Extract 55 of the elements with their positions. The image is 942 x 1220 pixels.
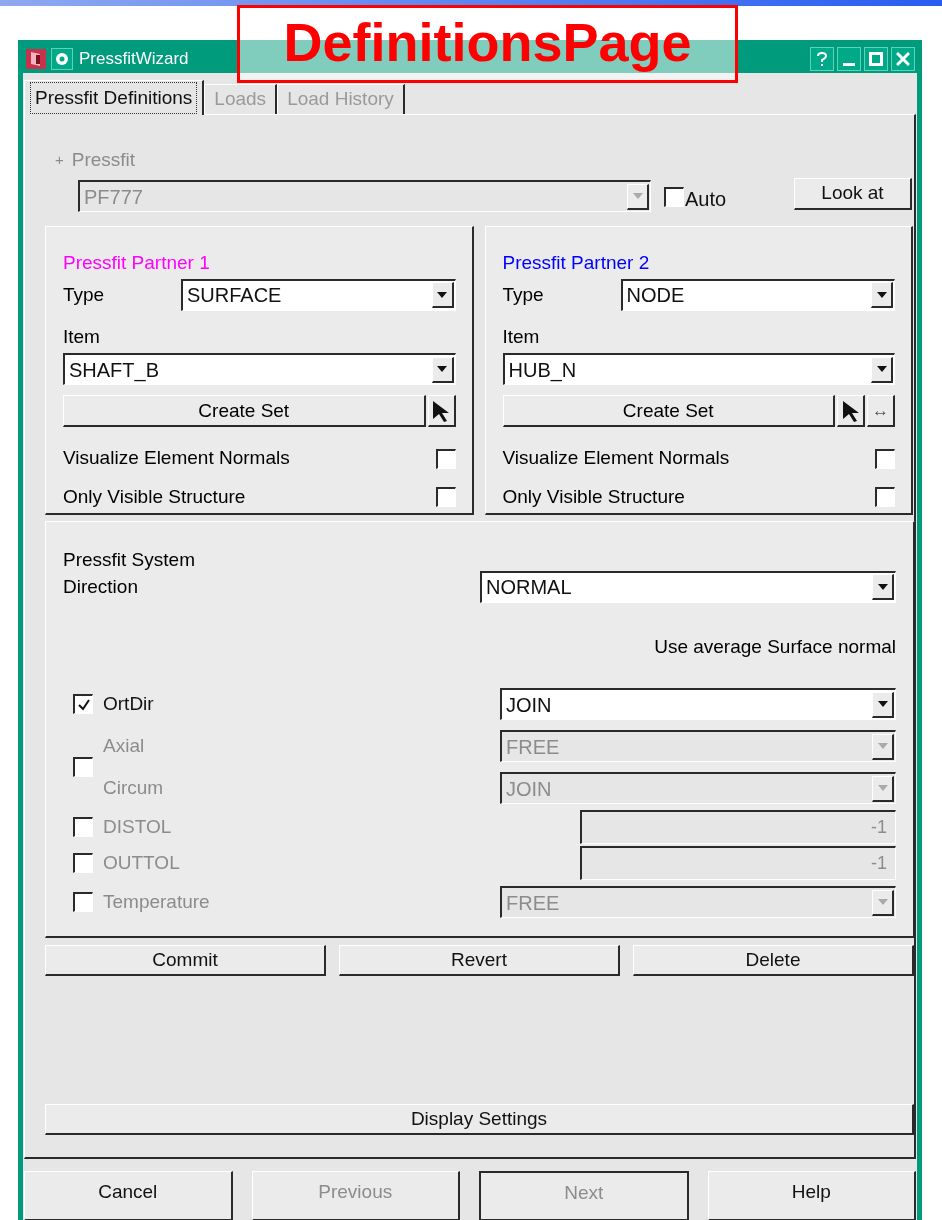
item-dropdown[interactable]: SHAFT_B xyxy=(63,353,456,386)
auto-label: Auto xyxy=(685,187,727,213)
option-label: OrtDir xyxy=(103,692,155,717)
option-label: Circum xyxy=(103,776,165,801)
footer-button[interactable]: Help xyxy=(707,1171,916,1220)
checkbox[interactable] xyxy=(875,487,895,508)
action-button[interactable]: Commit xyxy=(45,945,326,977)
action-button[interactable]: Revert xyxy=(339,945,620,977)
close-button[interactable] xyxy=(891,46,915,71)
create-set-button[interactable]: Create Set xyxy=(502,395,835,428)
option-label: Temperature xyxy=(103,890,211,915)
note-text: Use average Surface normal xyxy=(654,634,896,659)
checkbox[interactable] xyxy=(435,448,456,469)
display-settings-button[interactable]: Display Settings xyxy=(45,1104,914,1136)
footer-button[interactable]: Cancel xyxy=(24,1171,233,1220)
partner-title: Pressfit Partner 1 xyxy=(63,251,211,276)
minimize-icon xyxy=(843,62,855,66)
direction-dropdown[interactable]: NORMAL xyxy=(480,570,896,603)
gear-icon[interactable] xyxy=(51,47,73,70)
pressfit-label: Pressfit xyxy=(71,147,136,172)
item-dropdown[interactable]: HUB_N xyxy=(502,353,895,386)
help-button[interactable] xyxy=(810,46,834,71)
item-label: Item xyxy=(502,324,541,349)
type-label: Type xyxy=(502,282,545,307)
option-label: Only Visible Structure xyxy=(63,484,246,509)
question-icon xyxy=(817,51,827,66)
close-icon xyxy=(896,51,910,66)
action-button[interactable]: Delete xyxy=(633,945,914,977)
swap-button[interactable]: ↔ xyxy=(867,395,895,428)
option-label: Visualize Element Normals xyxy=(63,446,290,471)
tab[interactable]: Pressfit Definitions xyxy=(24,79,205,115)
option-dropdown[interactable]: JOIN xyxy=(500,688,896,721)
maximize-button[interactable] xyxy=(864,46,888,71)
option-label: Visualize Element Normals xyxy=(502,446,730,471)
minimize-button[interactable] xyxy=(837,46,861,71)
checkbox[interactable] xyxy=(73,694,93,715)
option-label: DISTOL xyxy=(103,815,173,840)
app-icon xyxy=(25,47,47,70)
type-label: Type xyxy=(63,282,106,307)
partner-title: Pressfit Partner 2 xyxy=(502,251,651,276)
direction-label: Direction xyxy=(63,574,139,599)
checkbox[interactable] xyxy=(435,487,456,508)
create-set-button[interactable]: Create Set xyxy=(63,395,426,428)
system-title: Pressfit System xyxy=(63,548,196,573)
option-label: Only Visible Structure xyxy=(502,484,685,509)
option-label: Axial xyxy=(103,734,146,759)
pointer-button[interactable] xyxy=(427,395,456,428)
type-dropdown[interactable]: SURFACE xyxy=(181,278,456,311)
option-label: OUTTOL xyxy=(103,851,181,876)
pointer-button[interactable] xyxy=(837,395,865,428)
checkbox[interactable] xyxy=(875,448,895,469)
type-dropdown[interactable]: NODE xyxy=(620,278,895,311)
item-label: Item xyxy=(63,324,101,349)
maximize-icon xyxy=(869,51,883,66)
window-title: PressfitWizard xyxy=(79,48,189,71)
